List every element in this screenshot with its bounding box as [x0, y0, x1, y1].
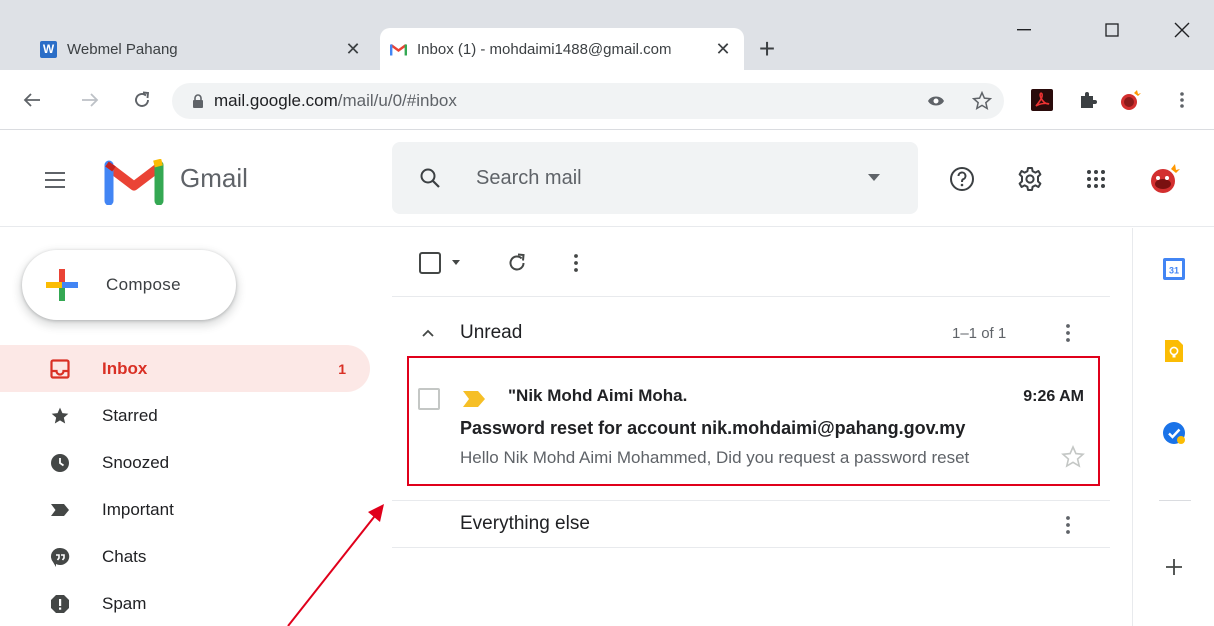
side-panel-divider	[1159, 500, 1191, 501]
gmail-logo-icon[interactable]	[104, 158, 164, 206]
pagination-count: 1–1 of 1	[952, 324, 1007, 342]
compose-plus-icon	[44, 267, 80, 303]
tasks-check-icon[interactable]	[1157, 416, 1191, 450]
email-snippet: Hello Nik Mohd Aimi Mohammed, Did you re…	[460, 448, 970, 467]
sidebar-item-inbox[interactable]: Inbox 1	[0, 345, 370, 392]
window-close-icon[interactable]	[1152, 8, 1212, 52]
lock-icon	[192, 94, 204, 108]
url-text: mail.google.com/mail/u/0/#inbox	[214, 91, 457, 111]
side-panel: 31	[1132, 228, 1214, 626]
profile-avatar-icon[interactable]	[1114, 84, 1146, 116]
tab-webmel[interactable]: W Webmel Pahang ✕	[30, 28, 374, 70]
more-vert-icon[interactable]	[1166, 84, 1198, 116]
sidebar-item-label: Snoozed	[102, 452, 170, 472]
important-icon	[48, 498, 72, 522]
add-addon-plus-icon[interactable]	[1157, 550, 1191, 584]
close-icon[interactable]: ✕	[710, 36, 736, 62]
sidebar-item-label: Starred	[102, 405, 158, 425]
unread-section-header[interactable]: Unread 1–1 of 1	[392, 310, 1110, 356]
email-subject: Password reset for account nik.mohdaimi@…	[460, 418, 966, 438]
sidebar-item-label: Important	[102, 499, 174, 519]
select-all-checkbox[interactable]	[418, 248, 466, 278]
sidebar-item-important[interactable]: Important	[0, 486, 370, 533]
maximize-icon[interactable]	[1082, 8, 1142, 52]
sidebar-nav: Inbox 1 Starred Snoozed Important Chats …	[0, 345, 380, 626]
sidebar-item-starred[interactable]: Starred	[0, 392, 370, 439]
brand-name: Gmail	[180, 163, 248, 193]
email-time: 9:26 AM	[1023, 388, 1084, 405]
gmail-icon	[390, 41, 407, 58]
clock-icon	[48, 451, 72, 475]
webmel-w-icon: W	[40, 40, 57, 58]
search-bar[interactable]	[392, 142, 918, 214]
compose-button[interactable]: Compose	[22, 250, 236, 320]
eye-off-icon[interactable]	[920, 85, 952, 117]
browser-tabstrip: W Webmel Pahang ✕ Inbox (1) - mohdaimi14…	[0, 0, 1214, 70]
section-title-unread: Unread	[460, 322, 523, 343]
tab-title: Inbox (1) - mohdaimi1488@gmail.com	[417, 40, 672, 58]
account-avatar-icon[interactable]	[1144, 159, 1184, 199]
search-input[interactable]	[476, 162, 856, 194]
sidebar-item-snoozed[interactable]: Snoozed	[0, 439, 370, 486]
puzzle-icon[interactable]	[1072, 84, 1104, 116]
unread-count-badge: 1	[338, 360, 346, 377]
address-bar[interactable]: mail.google.com/mail/u/0/#inbox	[172, 83, 1004, 119]
sidebar-item-label: Inbox	[102, 358, 148, 378]
email-checkbox[interactable]	[418, 388, 440, 410]
more-vert-icon[interactable]	[1056, 513, 1080, 537]
gmail-window: W Webmel Pahang ✕ Inbox (1) - mohdaimi14…	[0, 0, 1214, 626]
search-options-caret-icon[interactable]	[862, 166, 886, 190]
bookmark-star-icon[interactable]	[966, 85, 998, 117]
star-outline-icon[interactable]	[1060, 444, 1086, 470]
minimize-icon[interactable]	[994, 8, 1054, 52]
section-title-everything-else: Everything else	[460, 513, 590, 534]
more-vert-icon[interactable]	[564, 248, 588, 278]
pdf-extension-icon[interactable]	[1026, 84, 1058, 116]
sidebar-item-label: Spam	[102, 593, 147, 613]
close-icon[interactable]: ✕	[340, 36, 366, 62]
new-tab-button[interactable]: +	[752, 33, 782, 64]
url-host: mail.google.com	[214, 91, 338, 110]
calendar-icon[interactable]: 31	[1157, 252, 1191, 286]
compose-label: Compose	[106, 275, 181, 294]
email-row[interactable]: "Nik Mohd Aimi Moha. 9:26 AM Password re…	[410, 358, 1100, 484]
email-sender: "Nik Mohd Aimi Moha.	[508, 386, 688, 405]
sidebar-item-chats[interactable]: Chats	[0, 533, 370, 580]
refresh-icon[interactable]	[502, 248, 532, 278]
search-icon[interactable]	[414, 162, 446, 194]
apps-grid-icon[interactable]	[1076, 159, 1116, 199]
keep-bulb-icon[interactable]	[1157, 334, 1191, 368]
url-path: /mail/u/0/#inbox	[337, 91, 457, 110]
sidebar-item-label: Chats	[102, 546, 147, 566]
settings-gear-icon[interactable]	[1010, 159, 1050, 199]
back-icon[interactable]	[16, 84, 48, 116]
star-icon	[48, 404, 72, 428]
spam-icon	[48, 592, 72, 616]
sidebar-item-spam[interactable]: Spam	[0, 580, 370, 626]
inbox-icon	[48, 357, 72, 381]
chevron-up-icon[interactable]	[418, 323, 438, 343]
reload-icon[interactable]	[126, 84, 158, 116]
svg-text:31: 31	[1169, 266, 1179, 276]
everything-else-section-header[interactable]: Everything else	[392, 500, 1110, 548]
list-toolbar	[392, 228, 1110, 297]
chat-icon	[48, 545, 72, 569]
tab-gmail-inbox[interactable]: Inbox (1) - mohdaimi1488@gmail.com ✕	[380, 28, 744, 70]
gmail-header: Gmail	[0, 131, 1214, 227]
help-icon[interactable]	[942, 159, 982, 199]
main-menu-icon[interactable]	[40, 165, 70, 195]
tab-title: Webmel Pahang	[67, 40, 178, 58]
more-vert-icon[interactable]	[1056, 321, 1080, 345]
important-marker-icon[interactable]	[462, 390, 486, 408]
browser-toolbar: mail.google.com/mail/u/0/#inbox	[0, 70, 1214, 130]
forward-icon[interactable]	[74, 84, 106, 116]
